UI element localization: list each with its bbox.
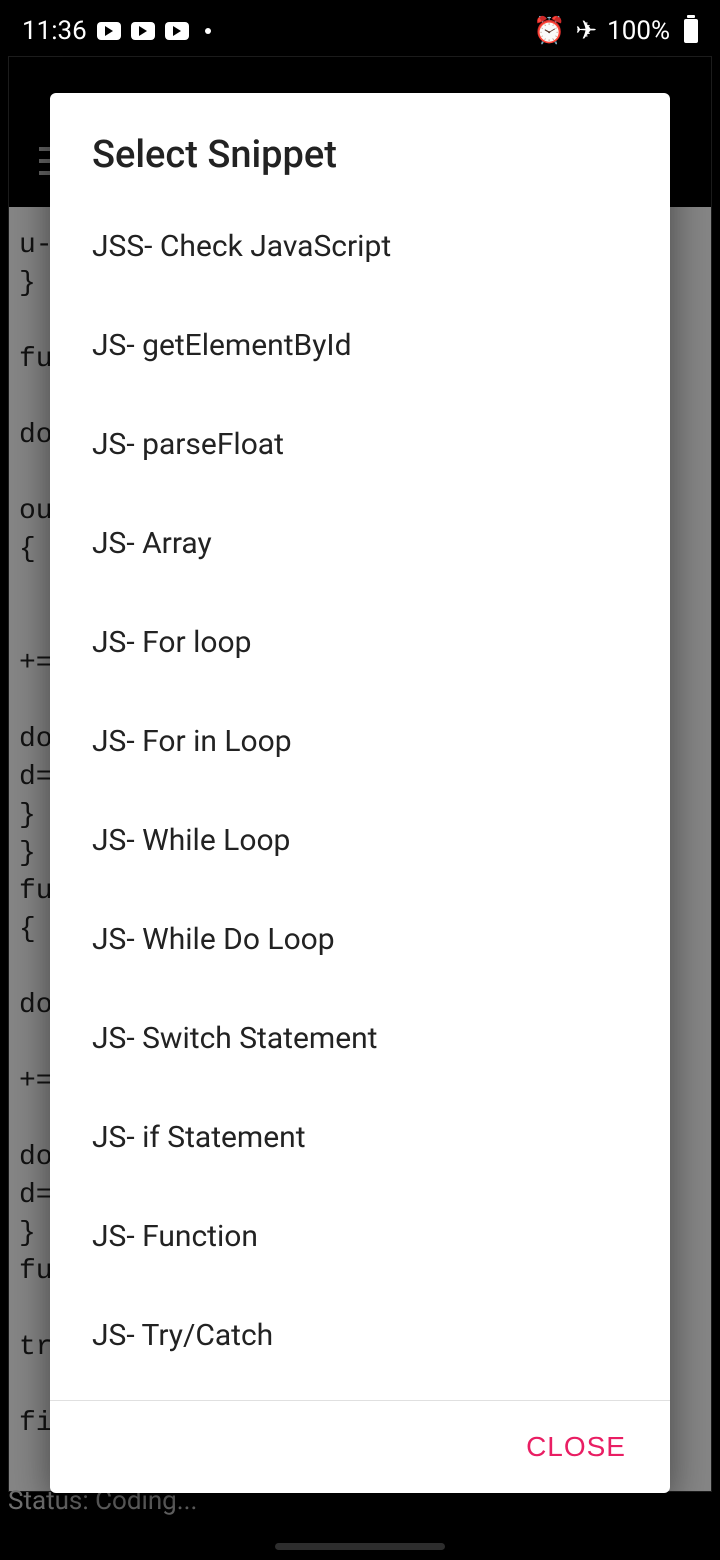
snippet-item-while-loop[interactable]: JS- While Loop <box>50 791 670 890</box>
youtube-icon <box>165 22 189 40</box>
notification-dot-icon <box>205 28 211 34</box>
status-right: ⏰ ✈ 100% <box>533 16 698 46</box>
status-bar: 11:36 ⏰ ✈ 100% <box>0 0 720 56</box>
youtube-icon <box>131 22 155 40</box>
snippet-item-getelementbyid[interactable]: JS- getElementById <box>50 296 670 395</box>
dialog-footer: CLOSE <box>50 1400 670 1493</box>
snippet-item-while-do-loop[interactable]: JS- While Do Loop <box>50 890 670 989</box>
alarm-icon: ⏰ <box>533 16 565 46</box>
snippet-item-switch-statement[interactable]: JS- Switch Statement <box>50 989 670 1088</box>
snippet-item-if-statement[interactable]: JS- if Statement <box>50 1088 670 1187</box>
snippet-item-for-loop[interactable]: JS- For loop <box>50 593 670 692</box>
battery-icon <box>684 19 698 43</box>
snippet-item-for-in-loop[interactable]: JS- For in Loop <box>50 692 670 791</box>
youtube-icon <box>97 22 121 40</box>
snippet-item-function[interactable]: JS- Function <box>50 1187 670 1286</box>
select-snippet-dialog: Select Snippet JSS- Check JavaScript JS-… <box>50 93 670 1493</box>
status-time: 11:36 <box>22 16 87 46</box>
snippet-item-array[interactable]: JS- Array <box>50 494 670 593</box>
battery-percent: 100% <box>607 16 670 46</box>
snippet-item-parsefloat[interactable]: JS- parseFloat <box>50 395 670 494</box>
dialog-title: Select Snippet <box>50 93 670 197</box>
snippet-list[interactable]: JSS- Check JavaScript JS- getElementById… <box>50 197 670 1400</box>
snippet-item-check-javascript[interactable]: JSS- Check JavaScript <box>50 197 670 296</box>
status-left: 11:36 <box>22 16 211 46</box>
airplane-icon: ✈ <box>575 16 597 46</box>
close-button[interactable]: CLOSE <box>512 1423 640 1471</box>
snippet-item-try-catch[interactable]: JS- Try/Catch <box>50 1286 670 1385</box>
